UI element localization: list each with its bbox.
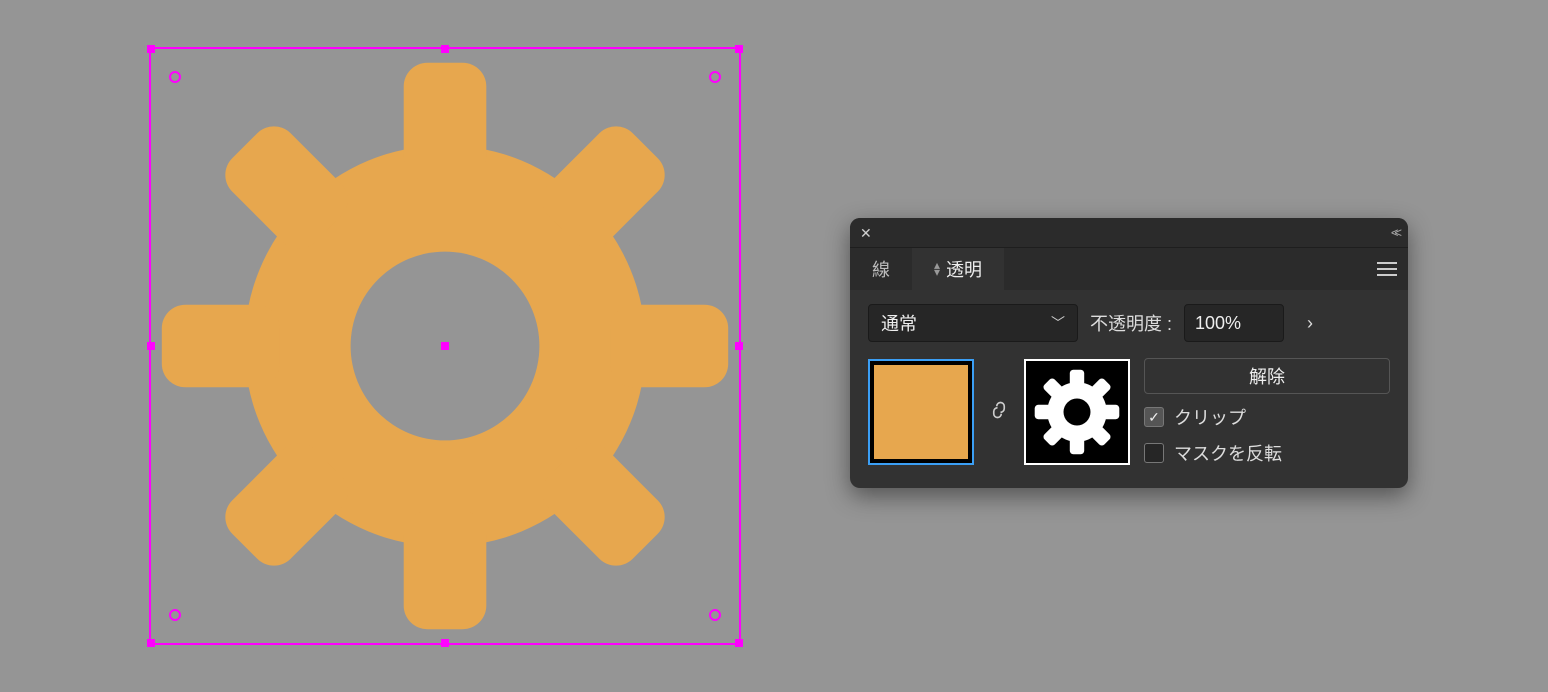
menu-icon	[1377, 262, 1397, 276]
clip-label: クリップ	[1174, 404, 1246, 430]
selection-handle[interactable]	[735, 45, 743, 53]
link-icon[interactable]	[988, 399, 1010, 426]
object-thumbnail[interactable]	[868, 359, 974, 465]
chain-link-icon	[990, 399, 1008, 421]
invert-checkbox[interactable]	[1144, 443, 1164, 463]
panel-body: 通常 ﹀ 不透明度 : 100% ›	[850, 290, 1408, 488]
opacity-input[interactable]: 100%	[1184, 304, 1284, 342]
panel-menu-button[interactable]	[1366, 248, 1408, 290]
center-point[interactable]	[441, 342, 449, 350]
selection-handle[interactable]	[441, 639, 449, 647]
opacity-flyout-button[interactable]: ›	[1296, 304, 1324, 342]
opacity-value: 100%	[1195, 313, 1241, 334]
panel-header[interactable]: ✕ <<	[850, 218, 1408, 248]
mask-thumbnail[interactable]	[1024, 359, 1130, 465]
canvas-selection-group[interactable]	[149, 47, 741, 645]
tab-label: 透明	[946, 256, 982, 282]
selection-handle[interactable]	[735, 342, 743, 350]
fill-swatch	[874, 365, 968, 459]
tab-stroke[interactable]: 線	[850, 248, 912, 290]
selection-handle[interactable]	[441, 45, 449, 53]
invert-checkbox-row[interactable]: マスクを反転	[1144, 440, 1390, 466]
collapse-icon[interactable]: <<	[1391, 225, 1398, 240]
rotation-handle[interactable]	[709, 71, 721, 83]
blend-mode-dropdown[interactable]: 通常 ﹀	[868, 304, 1078, 342]
tab-transparency[interactable]: ▴▾ 透明	[912, 248, 1004, 290]
selection-handle[interactable]	[147, 45, 155, 53]
rotation-handle[interactable]	[169, 71, 181, 83]
panel-tabs: 線 ▴▾ 透明	[850, 248, 1408, 290]
release-mask-button[interactable]: 解除	[1144, 358, 1390, 394]
clip-checkbox[interactable]: ✓	[1144, 407, 1164, 427]
expand-tab-icon: ▴▾	[934, 262, 940, 276]
transparency-panel: ✕ << 線 ▴▾ 透明 通常 ﹀ 不透明度 : 100%	[850, 218, 1408, 488]
chevron-down-icon: ﹀	[1051, 313, 1065, 333]
close-icon[interactable]: ✕	[860, 226, 872, 240]
selection-handle[interactable]	[147, 639, 155, 647]
selection-bounding-box[interactable]	[149, 47, 741, 645]
chevron-right-icon: ›	[1307, 313, 1313, 334]
rotation-handle[interactable]	[169, 609, 181, 621]
mask-gear-icon	[1032, 367, 1122, 457]
button-label: 解除	[1249, 363, 1285, 389]
tab-label: 線	[872, 256, 890, 282]
mask-controls: 解除 ✓ クリップ マスクを反転	[1144, 358, 1390, 466]
blend-mode-value: 通常	[881, 310, 917, 336]
clip-checkbox-row[interactable]: ✓ クリップ	[1144, 404, 1390, 430]
opacity-label: 不透明度 :	[1090, 310, 1172, 336]
blend-opacity-row: 通常 ﹀ 不透明度 : 100% ›	[868, 304, 1390, 342]
selection-handle[interactable]	[147, 342, 155, 350]
rotation-handle[interactable]	[709, 609, 721, 621]
mask-row: 解除 ✓ クリップ マスクを反転	[868, 358, 1390, 466]
selection-handle[interactable]	[735, 639, 743, 647]
invert-label: マスクを反転	[1174, 440, 1282, 466]
